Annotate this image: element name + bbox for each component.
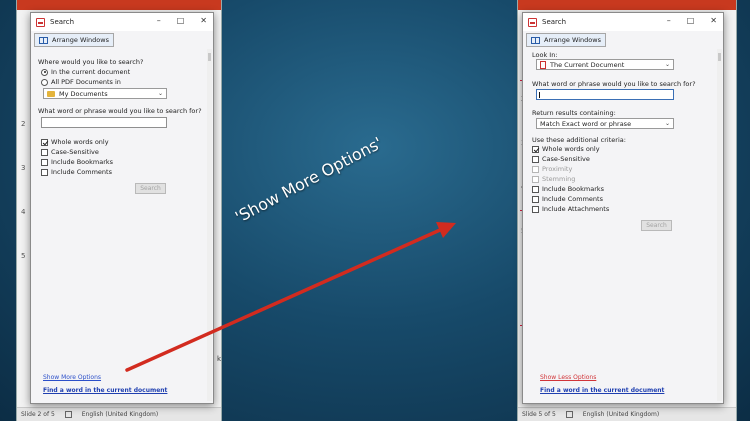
arrow-shaft [125,228,442,372]
annotation-arrow [125,222,456,372]
